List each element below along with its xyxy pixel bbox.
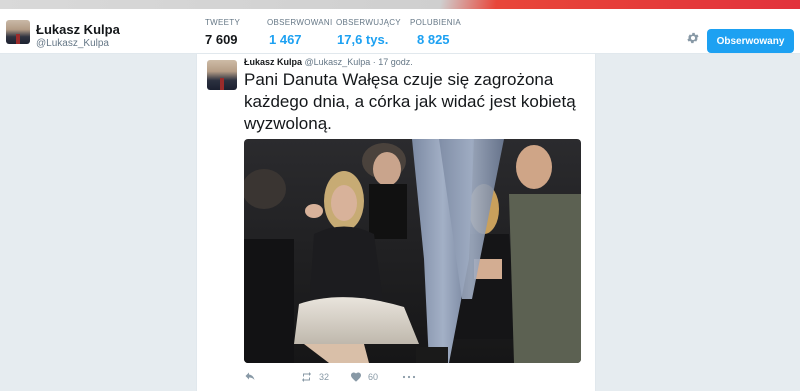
more-button[interactable] xyxy=(402,368,416,386)
tweet-actions: 32 60 xyxy=(244,368,584,386)
stat-followers[interactable]: OBSERWUJĄCY 17,6 tys. xyxy=(336,18,401,47)
stat-value: 1 467 xyxy=(269,32,302,47)
tweet-timestamp[interactable]: · 17 godz. xyxy=(373,57,413,67)
retweet-button[interactable]: 32 xyxy=(300,368,329,386)
tweet-author-handle[interactable]: @Lukasz_Kulpa xyxy=(305,57,371,67)
follow-button[interactable]: Obserwowany xyxy=(707,29,794,53)
tweet-avatar[interactable] xyxy=(207,60,237,90)
tweet-text: Pani Danuta Wałęsa czuje się zagrożona k… xyxy=(244,70,576,133)
stat-label: OBSERWOWANI xyxy=(267,18,333,27)
tweet-author-name[interactable]: Łukasz Kulpa xyxy=(244,57,302,67)
top-banner-strip xyxy=(0,0,800,9)
reply-icon xyxy=(245,372,255,380)
stat-following[interactable]: OBSERWOWANI 1 467 xyxy=(267,18,333,47)
heart-icon xyxy=(351,372,361,382)
retweet-icon xyxy=(302,372,311,382)
profile-avatar[interactable] xyxy=(6,20,30,44)
tweet-card: Łukasz Kulpa @Lukasz_Kulpa · 17 godz. Pa… xyxy=(196,54,596,391)
stat-value: 17,6 tys. xyxy=(337,32,389,47)
stat-label: TWEETY xyxy=(205,18,241,27)
stat-value: 8 825 xyxy=(417,32,450,47)
like-count: 60 xyxy=(368,372,379,382)
profile-nav-bar: Łukasz Kulpa @Lukasz_Kulpa TWEETY 7 609 … xyxy=(0,9,800,63)
tweet-header: Łukasz Kulpa @Lukasz_Kulpa · 17 godz. xyxy=(244,57,413,67)
more-icon xyxy=(402,375,416,379)
gear-icon[interactable] xyxy=(686,31,700,45)
retweet-count: 32 xyxy=(319,372,330,382)
stat-value: 7 609 xyxy=(205,32,238,47)
profile-name[interactable]: Łukasz Kulpa xyxy=(36,22,120,37)
profile-handle: @Lukasz_Kulpa xyxy=(36,38,109,49)
stat-likes[interactable]: POLUBIENIA 8 825 xyxy=(410,18,461,47)
stat-label: OBSERWUJĄCY xyxy=(336,18,401,27)
like-button[interactable]: 60 xyxy=(350,368,378,386)
reply-button[interactable] xyxy=(244,368,256,386)
tweet-photo[interactable] xyxy=(244,139,581,363)
stat-label: POLUBIENIA xyxy=(410,18,462,27)
